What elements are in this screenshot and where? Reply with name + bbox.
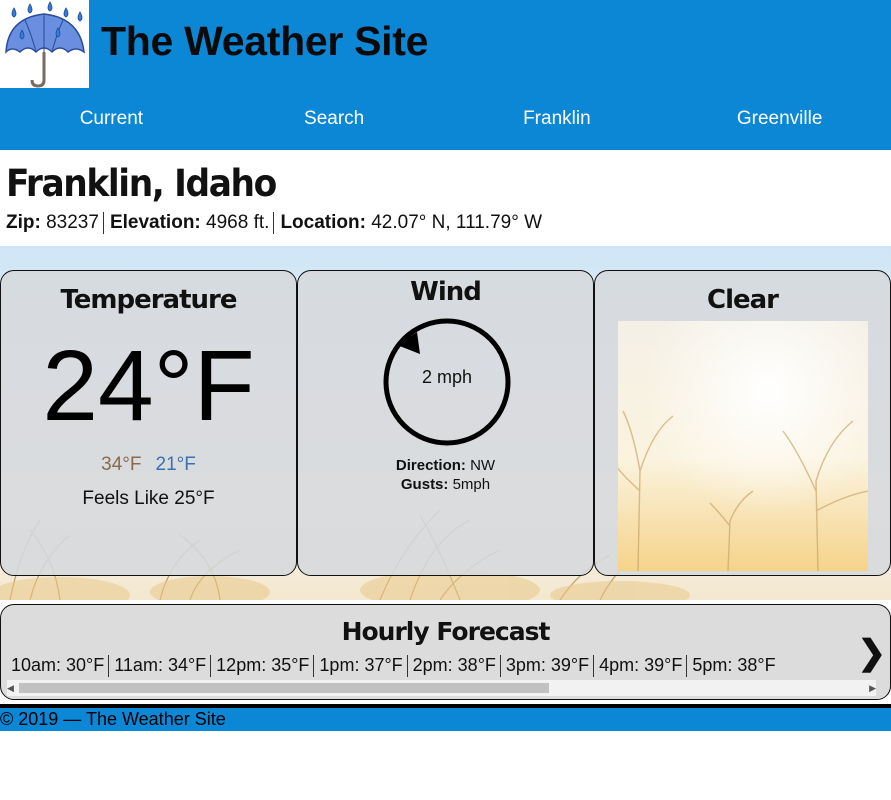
divider xyxy=(313,655,315,678)
hourly-item: 5pm: 38°F xyxy=(692,655,776,675)
divider xyxy=(108,655,110,678)
nav-item-current[interactable]: Current xyxy=(0,88,223,150)
footer-text: © 2019 — The Weather Site xyxy=(0,709,226,729)
divider xyxy=(406,655,408,678)
high-temperature: 34°F xyxy=(101,454,142,475)
temperature-card: Temperature 24°F 34°F 21°F Feels Like 25°… xyxy=(0,270,297,576)
zip-label: Zip: xyxy=(6,212,41,234)
coordinates-value: 42.07° N, 111.79° W xyxy=(371,212,543,234)
nav-item-greenville[interactable]: Greenville xyxy=(668,88,891,150)
hourly-item: 4pm: 39°F xyxy=(599,655,683,675)
condition-image xyxy=(618,321,868,571)
site-footer: © 2019 — The Weather Site xyxy=(0,708,891,731)
nav-item-search[interactable]: Search xyxy=(223,88,446,150)
wind-gusts: 5mph xyxy=(452,476,491,493)
hourly-forecast: Hourly Forecast 10am: 30°F 11am: 34°F 12pm… xyxy=(0,604,891,700)
main-nav: Current Search Franklin Greenville xyxy=(0,88,891,150)
hourly-list[interactable]: 10am: 30°F 11am: 34°F 12pm: 35°F 1pm: 37°F 2… xyxy=(11,655,776,678)
elevation-value: 4968 ft. xyxy=(206,212,270,234)
condition-card: Clear xyxy=(594,270,891,576)
nav-item-franklin[interactable]: Franklin xyxy=(446,88,669,150)
hourly-item: 1pm: 37°F xyxy=(319,655,403,675)
divider xyxy=(210,655,212,678)
scroll-right-icon[interactable]: ▶ xyxy=(869,683,876,694)
site-title: The Weather Site xyxy=(101,18,429,64)
background-image: Temperature 24°F 34°F 21°F Feels Like 25°… xyxy=(0,246,891,600)
umbrella-rain-icon[interactable] xyxy=(0,0,89,88)
hourly-item: 2pm: 38°F xyxy=(412,655,496,675)
divider xyxy=(499,655,501,678)
hourly-item: 10am: 30°F xyxy=(11,655,105,675)
high-low: 34°F 21°F xyxy=(1,454,296,476)
wind-speed: 2 mph xyxy=(421,367,473,387)
temperature-title: Temperature xyxy=(60,285,237,315)
location-meta: Zip: 83237 Elevation: 4968 ft. Location: 4… xyxy=(6,212,542,234)
current-temperature: 24°F xyxy=(42,330,255,442)
wind-details: Direction: NW Gusts: 5mph xyxy=(298,456,593,494)
divider xyxy=(686,655,688,678)
direction-label: Direction: xyxy=(395,457,466,474)
hourly-item: 3pm: 39°F xyxy=(505,655,590,675)
wind-title: Wind xyxy=(410,277,482,307)
hourly-title: Hourly Forecast xyxy=(341,617,551,646)
location-label: Location: xyxy=(280,212,366,234)
divider xyxy=(273,212,275,234)
low-temperature: 21°F xyxy=(155,454,196,475)
scrollbar-thumb[interactable] xyxy=(19,683,549,693)
scroll-left-icon[interactable]: ◀ xyxy=(7,683,14,694)
hourly-item: 11am: 34°F xyxy=(114,655,207,675)
wind-direction: NW xyxy=(470,457,496,474)
feels-like: Feels Like 25°F xyxy=(82,488,215,509)
gusts-label: Gusts: xyxy=(400,476,449,493)
hourly-item: 12pm: 35°F xyxy=(216,655,310,675)
divider xyxy=(593,655,595,678)
divider xyxy=(102,212,104,234)
horizontal-scrollbar[interactable]: ◀ ▶ xyxy=(7,680,876,696)
condition-title: Clear xyxy=(707,285,779,315)
chevron-right-icon[interactable]: ❯ xyxy=(858,633,887,673)
zip-value: 83237 xyxy=(46,212,99,234)
elevation-label: Elevation: xyxy=(109,212,201,234)
site-header: The Weather Site xyxy=(0,0,891,88)
page-title: Franklin, Idaho xyxy=(6,162,277,205)
wind-card: Wind 2 mph Direction: NW Gusts: 5mph xyxy=(297,270,594,576)
